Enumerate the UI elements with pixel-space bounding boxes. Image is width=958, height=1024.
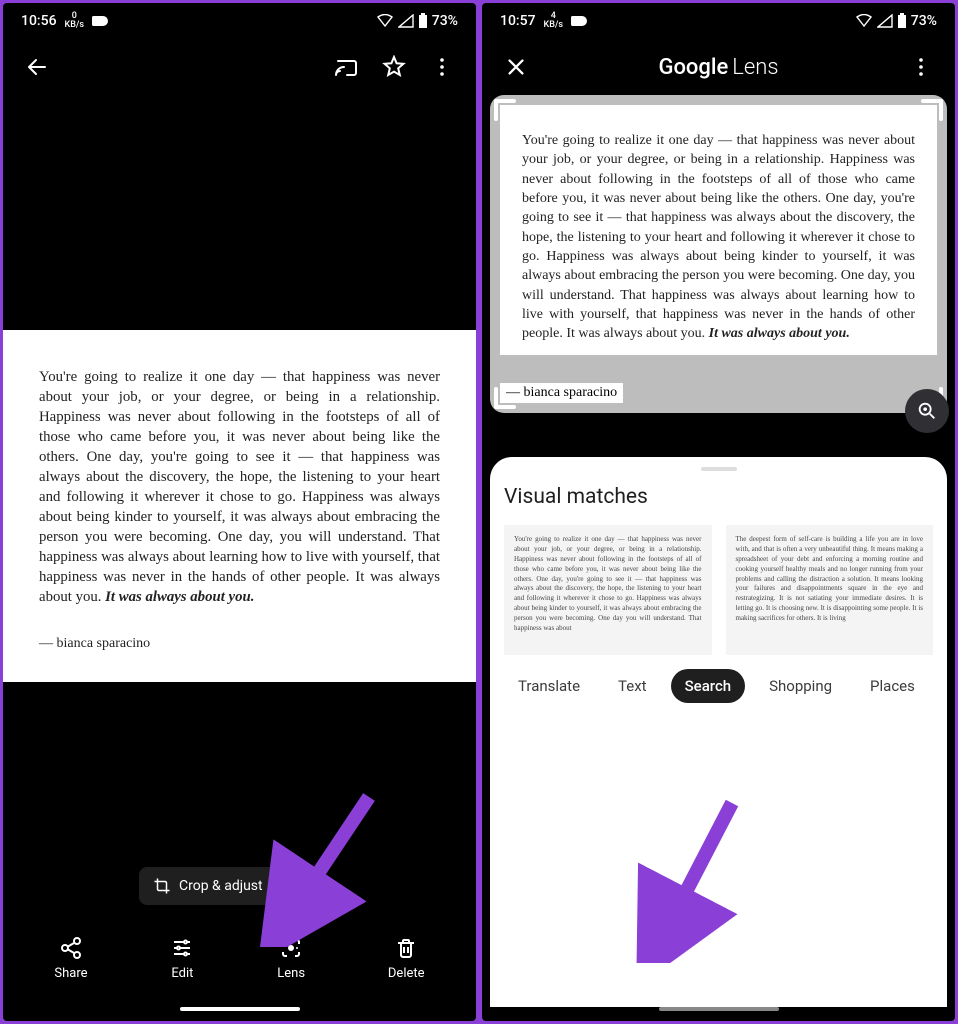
tab-shopping[interactable]: Shopping xyxy=(755,669,846,703)
status-battery-percent: 73% xyxy=(432,13,458,29)
favorite-button[interactable] xyxy=(374,47,414,87)
lens-crop-viewport[interactable]: You're going to realize it one day — tha… xyxy=(490,95,947,413)
lens-mode-tabs: Translate Text Search Shopping Places xyxy=(504,655,933,713)
wifi-icon xyxy=(855,14,873,28)
lens-title: Google Lens xyxy=(544,55,893,80)
results-sheet[interactable]: Visual matches You're going to realize i… xyxy=(490,457,947,1007)
photos-bottom-bar: Share Edit Lens Delete xyxy=(3,917,476,1007)
status-bar: 10:57 4KB/s 73% xyxy=(482,3,955,39)
battery-icon xyxy=(897,13,907,29)
delete-button[interactable]: Delete xyxy=(376,932,437,985)
signal-icon xyxy=(398,14,414,28)
status-time: 10:57 xyxy=(500,13,536,29)
photo-viewport[interactable]: You're going to realize it one day — tha… xyxy=(3,95,476,917)
share-icon xyxy=(59,936,83,960)
share-button[interactable]: Share xyxy=(42,932,99,985)
sliders-icon xyxy=(170,936,194,960)
battery-icon xyxy=(418,13,428,29)
crop-adjust-label: Crop & adjust xyxy=(179,878,263,894)
more-options-button[interactable] xyxy=(422,47,462,87)
visual-matches-title: Visual matches xyxy=(504,485,933,509)
status-bar: 10:56 0KB/s 73% xyxy=(3,3,476,39)
match-card[interactable]: You're going to realize it one day — tha… xyxy=(504,525,712,655)
android-nav-bar[interactable] xyxy=(482,1007,955,1021)
edit-label: Edit xyxy=(171,966,193,981)
more-options-button[interactable] xyxy=(901,47,941,87)
status-network-speed: 0KB/s xyxy=(65,12,85,30)
back-button[interactable] xyxy=(17,47,57,87)
lens-label: Lens xyxy=(277,966,305,981)
tab-text[interactable]: Text xyxy=(604,669,661,703)
signal-icon xyxy=(877,14,893,28)
search-image-icon xyxy=(916,400,938,422)
tab-translate[interactable]: Translate xyxy=(504,669,594,703)
status-battery-percent: 73% xyxy=(911,13,937,29)
lens-app-screen: 10:57 4KB/s 73% Google Lens xyxy=(482,3,955,1021)
photo-content: You're going to realize it one day — tha… xyxy=(3,330,476,682)
status-app-icon xyxy=(92,16,108,26)
tab-search[interactable]: Search xyxy=(671,669,746,703)
sheet-drag-handle[interactable] xyxy=(701,467,737,471)
crop-adjust-tooltip[interactable]: Crop & adjust xyxy=(139,867,277,905)
edit-button[interactable]: Edit xyxy=(158,932,206,985)
status-app-icon xyxy=(571,16,587,26)
match-card[interactable]: The deepest form of self-care is buildin… xyxy=(726,525,934,655)
android-nav-bar[interactable] xyxy=(3,1007,476,1021)
crop-handles[interactable] xyxy=(494,99,943,409)
trash-icon xyxy=(394,936,418,960)
tab-places[interactable]: Places xyxy=(856,669,929,703)
crop-icon xyxy=(153,877,171,895)
cast-button[interactable] xyxy=(326,47,366,87)
quote-text: You're going to realize it one day — tha… xyxy=(39,368,440,608)
wifi-icon xyxy=(376,14,394,28)
quote-author: — bianca sparacino xyxy=(39,636,440,652)
lens-app-bar: Google Lens xyxy=(482,39,955,95)
share-label: Share xyxy=(54,966,87,981)
close-button[interactable] xyxy=(496,47,536,87)
lens-icon xyxy=(279,936,303,960)
reverse-image-search-button[interactable] xyxy=(905,389,949,433)
status-time: 10:56 xyxy=(21,13,57,29)
delete-label: Delete xyxy=(388,966,425,981)
photos-app-bar xyxy=(3,39,476,95)
match-cards-row: You're going to realize it one day — tha… xyxy=(504,525,933,655)
lens-button[interactable]: Lens xyxy=(265,932,317,985)
status-network-speed: 4KB/s xyxy=(544,12,564,30)
photos-app-screen: 10:56 0KB/s 73% You're xyxy=(3,3,476,1021)
